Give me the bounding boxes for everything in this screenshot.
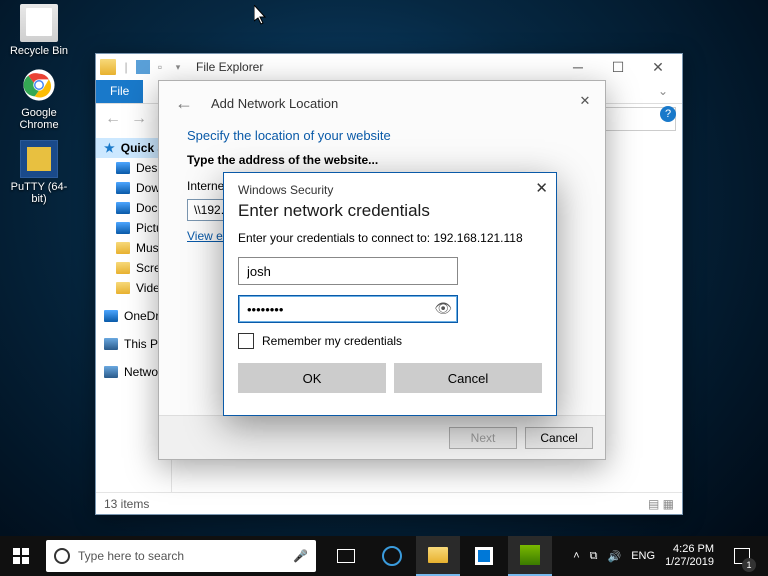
folder-icon — [116, 282, 130, 294]
taskbar-app[interactable] — [508, 536, 552, 576]
taskbar-clock[interactable]: 4:26 PM 1/27/2019 — [665, 543, 714, 569]
ok-button[interactable]: OK — [238, 363, 386, 393]
back-button[interactable]: ← — [175, 93, 193, 114]
folder-icon — [116, 242, 130, 254]
cortana-icon — [54, 548, 70, 564]
recycle-bin-icon — [20, 4, 58, 42]
folder-icon — [116, 182, 130, 194]
ribbon-collapse-icon[interactable]: ⌄ — [644, 80, 682, 103]
help-icon[interactable]: ? — [660, 106, 676, 122]
properties-icon[interactable] — [136, 60, 150, 74]
new-folder-icon[interactable]: ▫ — [152, 59, 168, 75]
chrome-icon — [20, 66, 58, 104]
close-button[interactable]: ✕ — [573, 89, 597, 113]
taskbar-explorer[interactable] — [416, 536, 460, 576]
view-toggle-icons[interactable]: ▤ ▦ — [648, 497, 674, 511]
folder-icon — [100, 59, 116, 75]
dialog-heading: Enter network credentials — [238, 201, 542, 221]
network-icon — [104, 366, 118, 378]
checkbox-icon — [238, 333, 254, 349]
desktop-icon-label: Google Chrome — [4, 107, 74, 131]
dialog-title: Windows Security — [238, 183, 542, 197]
folder-icon — [116, 162, 130, 174]
action-center-button[interactable]: 1 — [724, 536, 760, 576]
cursor-icon — [254, 5, 268, 25]
notification-badge: 1 — [742, 558, 756, 572]
dialog-message: Enter your credentials to connect to: 19… — [238, 231, 542, 245]
reveal-password-icon[interactable]: 👁 — [434, 300, 452, 317]
forward-button[interactable]: → — [128, 108, 150, 130]
desktop-icon-label: PuTTY (64-bit) — [4, 181, 74, 205]
remember-checkbox[interactable]: Remember my credentials — [238, 333, 542, 349]
pc-icon — [104, 338, 118, 350]
folder-icon — [116, 262, 130, 274]
language-indicator[interactable]: ENG — [631, 550, 655, 562]
taskbar-search[interactable]: Type here to search 🎤 — [46, 540, 316, 572]
taskbar-store[interactable] — [462, 536, 506, 576]
item-count: 13 items — [104, 497, 149, 511]
qat-separator: | — [118, 59, 134, 75]
cancel-button[interactable]: Cancel — [525, 427, 593, 449]
desktop-icon-recycle-bin[interactable]: Recycle Bin — [4, 4, 74, 57]
windows-security-dialog: Windows Security ✕ Enter network credent… — [223, 172, 557, 416]
tray-overflow-icon[interactable]: ˄ — [573, 550, 579, 562]
cloud-icon — [104, 310, 118, 322]
clock-time: 4:26 PM — [665, 543, 714, 556]
tray-volume-icon[interactable]: 🔊 — [608, 550, 622, 563]
explorer-titlebar[interactable]: | ▫ ▾ File Explorer ─ ☐ ✕ — [96, 54, 682, 80]
password-input[interactable] — [238, 295, 458, 323]
desktop-icon-label: Recycle Bin — [10, 45, 68, 57]
taskbar: Type here to search 🎤 ˄ ⧉ 🔊 ENG 4:26 PM … — [0, 536, 768, 576]
folder-icon — [428, 547, 448, 563]
start-button[interactable] — [0, 536, 42, 576]
taskbar-edge[interactable] — [370, 536, 414, 576]
close-button[interactable]: ✕ — [535, 179, 548, 197]
back-button[interactable]: ← — [102, 108, 124, 130]
window-title: File Explorer — [196, 60, 558, 74]
username-input[interactable] — [238, 257, 458, 285]
putty-icon — [20, 140, 58, 178]
folder-icon — [116, 222, 130, 234]
wizard-title: Add Network Location — [211, 96, 338, 111]
wizard-instruction: Type the address of the website... — [187, 153, 577, 167]
next-button[interactable]: Next — [449, 427, 517, 449]
maximize-button[interactable]: ☐ — [598, 55, 638, 79]
desktop-icon-putty[interactable]: PuTTY (64-bit) — [4, 140, 74, 205]
cancel-button[interactable]: Cancel — [394, 363, 542, 393]
tray-network-icon[interactable]: ⧉ — [590, 550, 598, 563]
desktop-icon-chrome[interactable]: Google Chrome — [4, 66, 74, 131]
minimize-button[interactable]: ─ — [558, 55, 598, 79]
search-placeholder: Type here to search — [78, 549, 184, 563]
close-button[interactable]: ✕ — [638, 55, 678, 79]
system-tray: ˄ ⧉ 🔊 ENG 4:26 PM 1/27/2019 1 — [565, 536, 768, 576]
wizard-subtitle: Specify the location of your website — [187, 128, 577, 143]
windows-icon — [13, 548, 29, 564]
ribbon-file-tab[interactable]: File — [96, 80, 143, 103]
checkbox-label: Remember my credentials — [262, 334, 402, 348]
task-view-button[interactable] — [324, 536, 368, 576]
qat-dropdown-icon[interactable]: ▾ — [170, 59, 186, 75]
mic-icon[interactable]: 🎤 — [293, 549, 308, 563]
folder-icon — [116, 202, 130, 214]
clock-date: 1/27/2019 — [665, 556, 714, 569]
